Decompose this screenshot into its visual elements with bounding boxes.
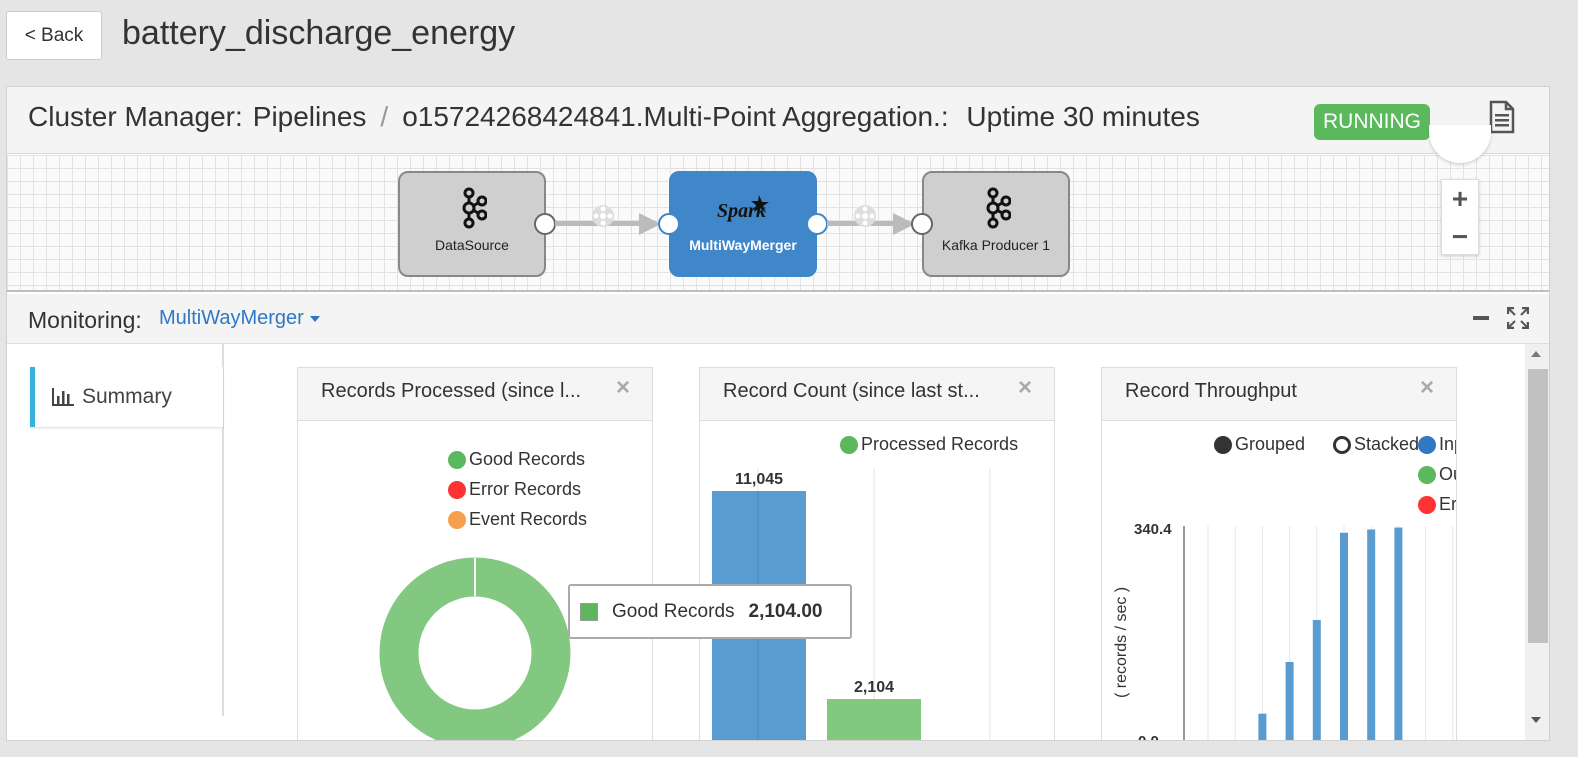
legend-label: Good Records [469,449,586,469]
tab-summary-label: Summary [82,385,172,408]
bar-throughput-input[interactable] [1367,529,1376,741]
bar-throughput-input[interactable] [1258,713,1267,741]
pipeline-canvas[interactable]: DataSource Spark MultiWayMerger Kafka Pr… [7,125,1549,292]
donut-slice-good-records[interactable] [379,557,571,740]
spark-icon: Spark [717,195,769,222]
bar-throughput-input[interactable] [1312,619,1321,741]
zoom-controls: + − [1441,179,1479,255]
bar-value-label: 2,104 [854,679,894,696]
kafka-icon [986,187,1011,229]
page-title: battery_discharge_energy [122,14,516,52]
input-port[interactable] [658,213,680,235]
close-icon[interactable]: × [616,374,630,402]
legend-dot [448,450,466,469]
record-count-chart: 11,045 2,104 [712,468,991,741]
data-flow-icon [592,205,614,227]
kafka-icon [462,187,487,229]
zoom-in-button[interactable]: + [1442,180,1478,218]
tooltip-label: Good Records [612,600,735,622]
legend-label: Error Records [469,479,582,499]
scrollbar-thumb[interactable] [1528,369,1548,643]
bar-chart-icon [52,388,74,406]
breadcrumb-pipeline-name: o15724268424841.Multi-Point Aggregation.… [402,101,949,132]
stage-kafka-producer[interactable]: Kafka Producer 1 [922,171,1070,277]
scroll-up-arrow-icon[interactable] [1531,351,1541,357]
records-processed-card: Records Processed (since l... × Good Rec… [297,367,653,740]
canvas-corner-control[interactable] [1429,125,1491,163]
stage-label: Kafka Producer 1 [941,237,1051,253]
caret-down-icon [309,315,320,322]
y-axis-min-label: 0.0 [1138,733,1159,741]
monitoring-stage-dropdown[interactable]: MultiWayMerger [159,307,320,330]
tooltip-swatch [580,602,598,621]
legend-dot [448,510,466,529]
card-title: Records Processed (since l... [321,380,582,402]
stage-datasource[interactable]: DataSource [398,171,546,277]
output-port[interactable] [534,213,556,235]
breadcrumb-separator: / [380,101,389,132]
back-button[interactable]: < Back [6,11,102,60]
record-count-card: Record Count (since last st... × Process… [699,367,1055,741]
legend-good-records[interactable]: Good Records [448,449,585,470]
status-badge: RUNNING [1314,104,1430,140]
monitoring-bar: Monitoring: MultiWayMerger [7,294,1549,344]
bar-record-count[interactable] [827,699,921,741]
bar-throughput-input[interactable] [1285,661,1294,741]
y-axis-max-label: 340.4 [1134,521,1172,538]
pipeline-panel: Cluster Manager: Pipelines / o1572426842484… [6,86,1550,741]
legend-event-records[interactable]: Event Records [448,509,587,530]
expand-icon[interactable] [1507,307,1529,329]
uptime-value: 30 minutes [1062,101,1200,132]
breadcrumb-pipelines[interactable]: Pipelines [253,101,367,132]
legend-error-records[interactable]: Error Records [448,479,581,500]
monitoring-label: Monitoring: [28,307,142,333]
input-port[interactable] [911,213,933,235]
donut-chart [379,557,571,740]
bar-throughput-input[interactable] [1394,527,1403,741]
tooltip-value: 2,104.00 [748,600,823,622]
stage-label: MultiWayMerger [689,237,797,253]
breadcrumb-cluster[interactable]: Cluster Manager: [28,101,243,132]
uptime-label: Uptime [966,101,1056,132]
record-throughput-card: Record Throughput × Grouped Stacked Inp … [1101,367,1457,741]
output-port[interactable] [806,213,828,235]
minimize-icon[interactable] [1473,316,1489,320]
scroll-down-arrow-icon[interactable] [1531,717,1541,723]
data-flow-icon [854,205,876,227]
stage-label: DataSource [435,237,509,253]
bar-value-label: 11,045 [735,471,783,488]
tab-summary[interactable]: Summary [30,367,223,427]
legend-dot [448,480,466,499]
monitoring-selected: MultiWayMerger [159,307,304,329]
bar-throughput-input[interactable] [1340,532,1348,741]
breadcrumb: Cluster Manager: Pipelines / o1572426842484… [7,87,1549,154]
zoom-out-button[interactable]: − [1442,218,1478,256]
stage-multiwaymerger[interactable]: Spark MultiWayMerger [669,171,817,277]
chart-tooltip: Good Records 2,104.00 [568,584,852,639]
y-axis-label: ( records / sec ) [1113,587,1130,698]
legend-label: Event Records [469,509,588,529]
record-throughput-chart: 340.4 0.0 ( records / sec ) [1113,521,1454,741]
document-icon[interactable] [1489,100,1515,134]
